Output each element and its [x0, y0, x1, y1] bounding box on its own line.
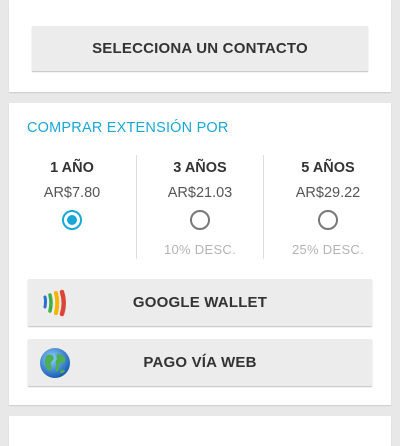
option-years-label: 1 AÑO: [50, 160, 94, 176]
option-years-label: 3 AÑOS: [173, 160, 227, 176]
option-price: AR$7.80: [43, 185, 101, 201]
option-price: AR$21.03: [167, 185, 233, 201]
web-payment-button[interactable]: PAGO VÍA WEB: [28, 339, 372, 386]
globe-icon: [40, 348, 70, 378]
contact-card: SELECCIONA UN CONTACTO: [9, 0, 391, 92]
radio-5-years[interactable]: [318, 210, 338, 230]
select-contact-button[interactable]: SELECCIONA UN CONTACTO: [32, 26, 368, 71]
google-wallet-button[interactable]: GOOGLE WALLET: [28, 279, 372, 326]
google-wallet-label: GOOGLE WALLET: [132, 294, 268, 311]
bottom-card: [9, 416, 391, 446]
google-wallet-icon: [43, 289, 66, 317]
web-payment-label: PAGO VÍA WEB: [143, 354, 257, 371]
option-3-years[interactable]: 3 AÑOS AR$21.03 10% DESC.: [137, 155, 263, 259]
extension-card: COMPRAR EXTENSIÓN POR 1 AÑO AR$7.80 3 AÑ…: [9, 103, 391, 405]
radio-3-years[interactable]: [190, 210, 210, 230]
option-discount: 10% DESC.: [163, 242, 237, 257]
radio-1-year[interactable]: [62, 210, 82, 230]
option-discount: 25% DESC.: [291, 242, 365, 257]
option-price: AR$29.22: [295, 185, 361, 201]
option-1-year[interactable]: 1 AÑO AR$7.80: [9, 155, 135, 259]
divider: [263, 155, 264, 259]
section-title: COMPRAR EXTENSIÓN POR: [27, 120, 229, 136]
option-5-years[interactable]: 5 AÑOS AR$29.22 25% DESC.: [265, 155, 391, 259]
option-years-label: 5 AÑOS: [301, 160, 355, 176]
